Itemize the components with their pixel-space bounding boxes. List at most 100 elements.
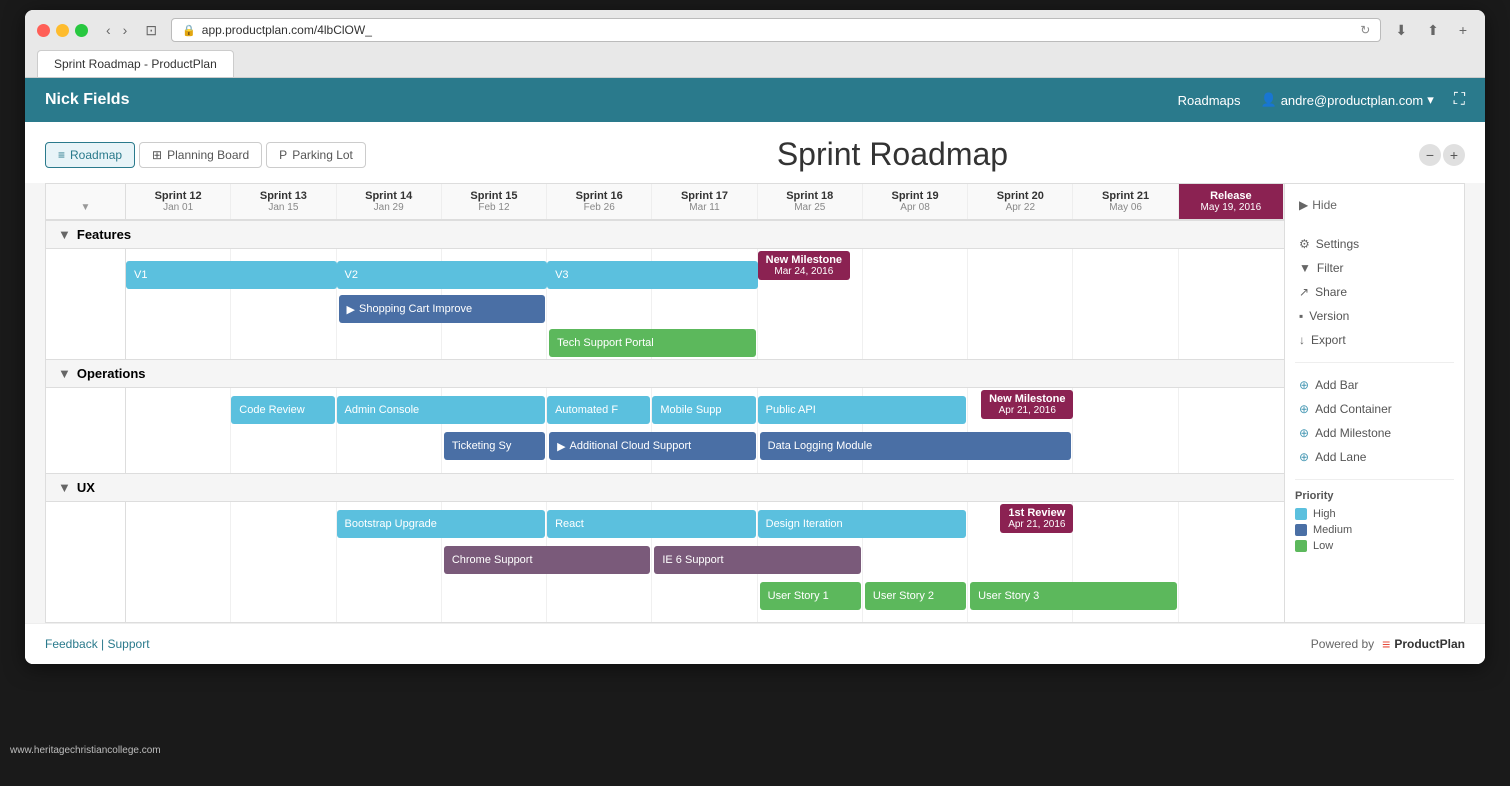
sidebar-add-bar[interactable]: ⊕ Add Bar: [1295, 373, 1454, 397]
bar-ie6-support[interactable]: IE 6 Support: [654, 546, 861, 574]
add-milestone-label: Add Milestone: [1315, 426, 1391, 440]
refresh-icon[interactable]: ↻: [1360, 23, 1370, 37]
app-body: ≡ Roadmap ⊞ Planning Board P Parking Lot…: [25, 122, 1485, 664]
brand-icon: ≡: [1382, 636, 1390, 652]
tab-roadmap[interactable]: ≡ Roadmap: [45, 142, 135, 168]
bar-design-iteration[interactable]: Design Iteration: [758, 510, 967, 538]
version-icon: ▪: [1299, 309, 1303, 323]
maximize-button[interactable]: [75, 24, 88, 37]
sprint-17-date: Mar 11: [656, 202, 752, 213]
sprint-header-s16: Sprint 16 Feb 26: [547, 184, 652, 219]
priority-high-dot: [1295, 508, 1307, 520]
add-container-icon: ⊕: [1299, 402, 1309, 416]
fullscreen-button[interactable]: ⛶: [1454, 91, 1465, 109]
parking-lot-tab-label: Parking Lot: [292, 148, 353, 162]
bar-user-story-3[interactable]: User Story 3: [970, 582, 1177, 610]
sprint-13-name: Sprint 13: [235, 190, 331, 202]
bar-admin-console[interactable]: Admin Console: [337, 396, 546, 424]
bar-data-logging[interactable]: Data Logging Module: [760, 432, 1072, 460]
sidebar-item-version[interactable]: ▪ Version: [1295, 304, 1454, 328]
roadmap-container: ▼ Sprint 12 Jan 01 Sprint 13 Jan 15 Spri…: [45, 183, 1465, 623]
active-tab[interactable]: Sprint Roadmap - ProductPlan: [37, 50, 234, 77]
watermark: www.heritagechristiancollege.com: [10, 745, 161, 756]
sprint-21-date: May 06: [1077, 202, 1173, 213]
sidebar-item-filter[interactable]: ▼ Filter: [1295, 256, 1454, 280]
feedback-link[interactable]: Feedback: [45, 637, 98, 651]
bar-bootstrap[interactable]: Bootstrap Upgrade: [337, 510, 546, 538]
roadmaps-link[interactable]: Roadmaps: [1178, 93, 1241, 108]
zoom-out-button[interactable]: −: [1419, 144, 1441, 166]
bar-user-story-1[interactable]: User Story 1: [760, 582, 861, 610]
bar-react[interactable]: React: [547, 510, 756, 538]
bar-v1[interactable]: V1: [126, 261, 337, 289]
ux-milestone[interactable]: 1st Review Apr 21, 2016: [1000, 504, 1073, 533]
sidebar-item-share[interactable]: ↗ Share: [1295, 280, 1454, 304]
ux-toggle-icon[interactable]: ▼: [58, 480, 71, 495]
download-button[interactable]: ⬇: [1389, 20, 1413, 41]
priority-high: High: [1295, 508, 1454, 520]
filter-label: Filter: [1317, 261, 1344, 275]
share-label: Share: [1315, 285, 1347, 299]
new-tab-button[interactable]: +: [1453, 20, 1473, 40]
features-milestone[interactable]: New Milestone Mar 24, 2016: [758, 251, 850, 280]
add-lane-label: Add Lane: [1315, 450, 1366, 464]
share-button[interactable]: ⬆: [1421, 20, 1445, 41]
sprint-header-s12: Sprint 12 Jan 01: [126, 184, 231, 219]
bar-shopping-cart[interactable]: ▶ Shopping Cart Improve: [339, 295, 546, 323]
priority-medium: Medium: [1295, 524, 1454, 536]
ux-bg-col-0: [46, 502, 126, 622]
sidebar-item-export[interactable]: ↓ Export: [1295, 328, 1454, 352]
tab-parking-lot[interactable]: P Parking Lot: [266, 142, 366, 168]
bar-user-story-2[interactable]: User Story 2: [865, 582, 966, 610]
user-menu[interactable]: 👤 andre@productplan.com ▾: [1261, 92, 1434, 108]
bar-v2[interactable]: V2: [337, 261, 548, 289]
sidebar-divider-1: [1295, 362, 1454, 363]
support-link[interactable]: Support: [108, 637, 150, 651]
features-toggle-icon[interactable]: ▼: [58, 227, 71, 242]
tab-planning-board[interactable]: ⊞ Planning Board: [139, 142, 262, 168]
close-button[interactable]: [37, 24, 50, 37]
operations-milestone[interactable]: New Milestone Apr 21, 2016: [981, 390, 1073, 419]
sprint-header-s18: Sprint 18 Mar 25: [758, 184, 863, 219]
roadmap-sidebar: ▶ Hide ⚙ Settings ▼ Filter ↗ Share: [1284, 184, 1464, 622]
bar-chrome-support[interactable]: Chrome Support: [444, 546, 651, 574]
bar-ticketing[interactable]: Ticketing Sy: [444, 432, 545, 460]
bar-tech-support[interactable]: Tech Support Portal: [549, 329, 756, 357]
sprint-header-s20: Sprint 20 Apr 22: [968, 184, 1073, 219]
sprint-12-name: Sprint 12: [130, 190, 226, 202]
operations-toggle-icon[interactable]: ▼: [58, 366, 71, 381]
sprint-header-s15: Sprint 15 Feb 12: [442, 184, 547, 219]
tab-overview-button[interactable]: ⊡: [139, 20, 163, 41]
forward-button[interactable]: ›: [119, 20, 132, 40]
sidebar-add-milestone[interactable]: ⊕ Add Milestone: [1295, 421, 1454, 445]
current-indicator: ▼: [81, 202, 91, 213]
sidebar-add-lane[interactable]: ⊕ Add Lane: [1295, 445, 1454, 469]
bar-code-review[interactable]: Code Review: [231, 396, 334, 424]
bar-v3[interactable]: V3: [547, 261, 758, 289]
bar-cloud-support[interactable]: ▶ Additional Cloud Support: [549, 432, 756, 460]
sprint-header: ▼ Sprint 12 Jan 01 Sprint 13 Jan 15 Spri…: [46, 184, 1284, 221]
priority-title: Priority: [1295, 490, 1454, 502]
hide-label: Hide: [1312, 198, 1337, 212]
footer-links: Feedback | Support: [45, 637, 150, 651]
back-button[interactable]: ‹: [102, 20, 115, 40]
sidebar-add-container[interactable]: ⊕ Add Container: [1295, 397, 1454, 421]
features-lane-title: Features: [77, 227, 131, 242]
ux-lane: ▼ UX: [46, 474, 1284, 622]
operations-lane-header: ▼ Operations: [46, 360, 1284, 388]
zoom-in-button[interactable]: +: [1443, 144, 1465, 166]
add-lane-icon: ⊕: [1299, 450, 1309, 464]
bar-automated[interactable]: Automated F: [547, 396, 650, 424]
bar-public-api[interactable]: Public API: [758, 396, 967, 424]
add-bar-icon: ⊕: [1299, 378, 1309, 392]
bar-mobile-supp[interactable]: Mobile Supp: [652, 396, 755, 424]
minimize-button[interactable]: [56, 24, 69, 37]
parking-lot-tab-icon: P: [279, 148, 287, 162]
settings-label: Settings: [1316, 237, 1359, 251]
address-bar[interactable]: 🔒 app.productplan.com/4lbClOW_ ↻: [171, 18, 1381, 42]
features-lane-content: New Milestone Mar 24, 2016 V1 V2 V3 ▶ Sh…: [46, 249, 1284, 359]
sidebar-hide-button[interactable]: ▶ Hide: [1295, 194, 1454, 216]
roadmap-tab-icon: ≡: [58, 148, 65, 162]
app-title: Nick Fields: [45, 91, 129, 109]
sidebar-item-settings[interactable]: ⚙ Settings: [1295, 232, 1454, 256]
